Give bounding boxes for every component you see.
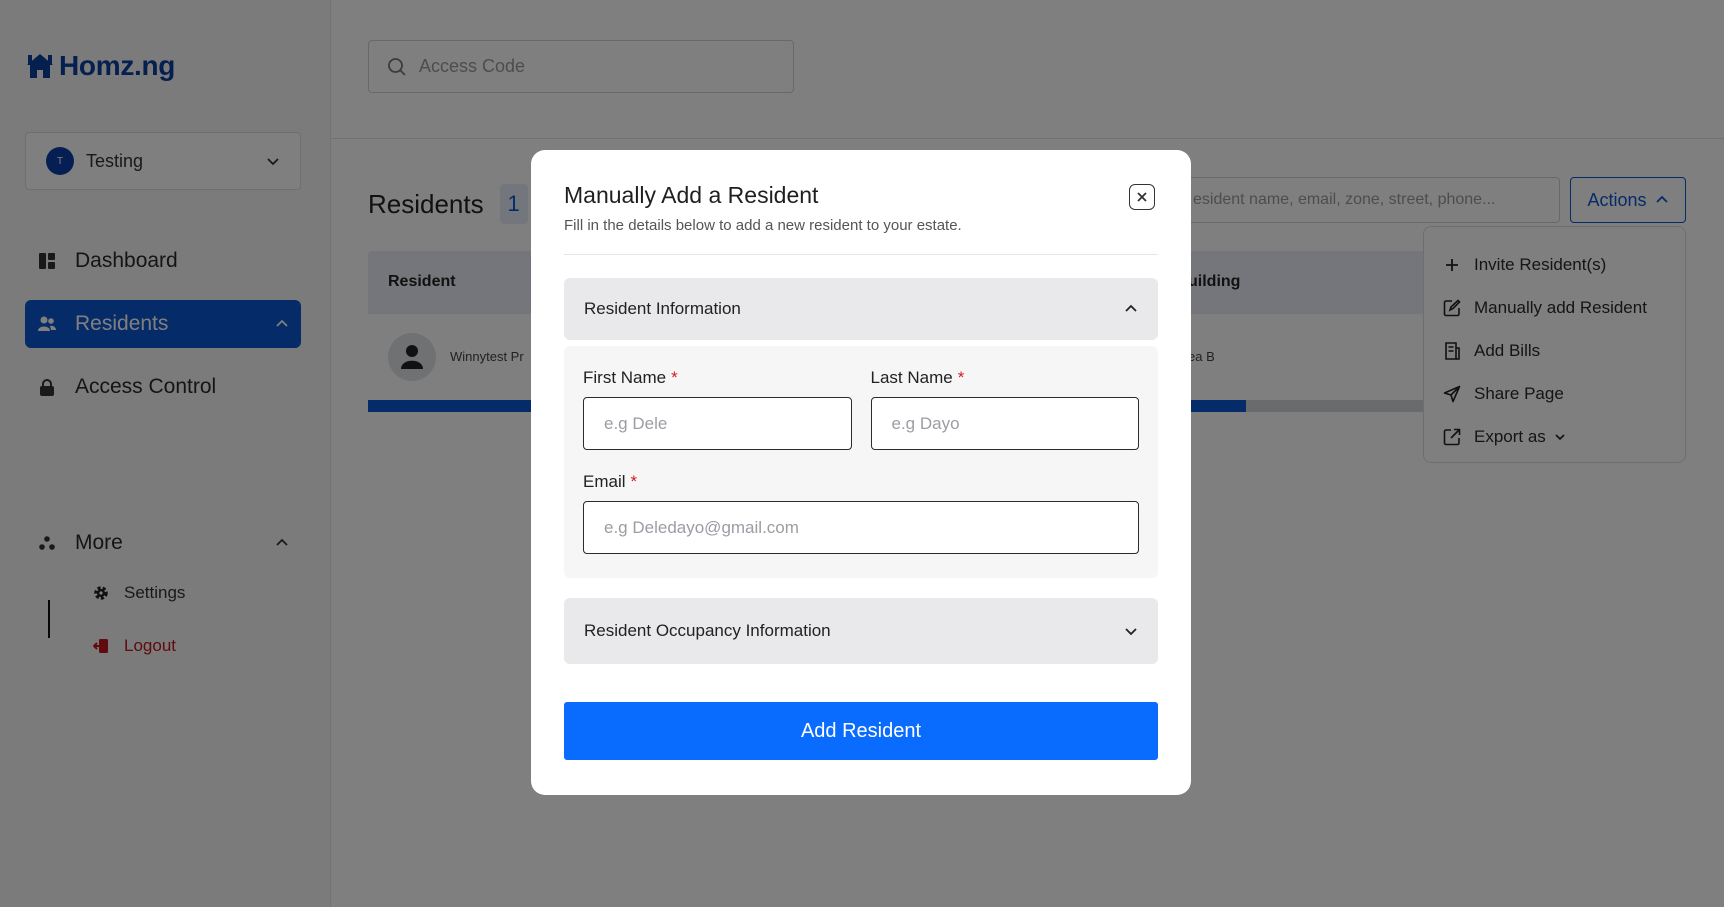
section-resident-information-header[interactable]: Resident Information <box>564 278 1158 340</box>
close-button[interactable] <box>1129 184 1155 210</box>
add-resident-modal: Manually Add a Resident Fill in the deta… <box>531 150 1191 795</box>
add-resident-button[interactable]: Add Resident <box>564 702 1158 760</box>
email-label: Email * <box>583 472 638 491</box>
email-input[interactable] <box>583 501 1139 554</box>
modal-subtitle: Fill in the details below to add a new r… <box>564 217 962 234</box>
required-asterisk: * <box>957 368 965 387</box>
section-occupancy-information-header[interactable]: Resident Occupancy Information <box>564 598 1158 664</box>
section-title: Resident Occupancy Information <box>584 621 831 640</box>
email-group: Email * <box>583 472 1139 554</box>
modal-divider <box>564 254 1158 255</box>
required-asterisk: * <box>630 472 638 491</box>
first-name-label: First Name * <box>583 368 678 387</box>
chevron-down-icon <box>1124 624 1138 638</box>
section-resident-information-body: First Name* Last Name* Email* <box>564 346 1158 578</box>
last-name-input[interactable] <box>870 397 1139 450</box>
last-name-group: Last Name * <box>870 368 1139 450</box>
first-name-group: First Name * <box>583 368 852 450</box>
close-icon <box>1137 192 1147 202</box>
last-name-label: Last Name * <box>870 368 965 387</box>
section-title: Resident Information <box>584 299 741 318</box>
chevron-up-icon <box>1124 302 1138 316</box>
first-name-input[interactable] <box>583 397 852 450</box>
required-asterisk: * <box>671 368 678 387</box>
modal-title: Manually Add a Resident <box>564 182 819 208</box>
